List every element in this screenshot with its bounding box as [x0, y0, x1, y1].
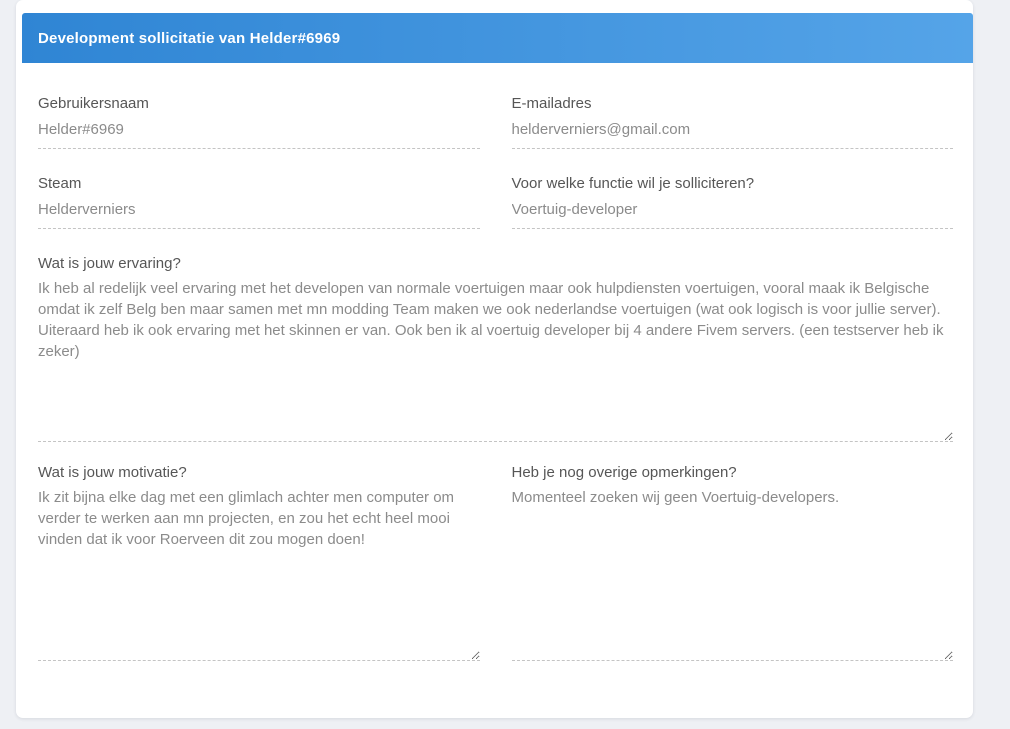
card-title: Development sollicitatie van Helder#6969 [38, 30, 340, 47]
experience-textarea[interactable]: Ik heb al redelijk veel ervaring met het… [38, 278, 953, 442]
field-motivation: Wat is jouw motivatie? Ik zit bijna elke… [38, 464, 480, 661]
field-experience: Wat is jouw ervaring? Ik heb al redelijk… [38, 255, 953, 442]
function-input[interactable] [512, 201, 954, 229]
experience-label: Wat is jouw ervaring? [38, 255, 953, 272]
field-email: E-mailadres [512, 95, 954, 149]
application-card: Development sollicitatie van Helder#6969… [16, 0, 973, 718]
function-label: Voor welke functie wil je solliciteren? [512, 175, 954, 192]
motivation-label: Wat is jouw motivatie? [38, 464, 480, 481]
field-remarks: Heb je nog overige opmerkingen? Momentee… [512, 464, 954, 661]
username-label: Gebruikersnaam [38, 95, 480, 112]
field-username: Gebruikersnaam [38, 95, 480, 149]
field-function: Voor welke functie wil je solliciteren? [512, 175, 954, 229]
form-row: Wat is jouw motivatie? Ik zit bijna elke… [38, 464, 953, 661]
form-row: Gebruikersnaam E-mailadres [38, 95, 953, 175]
email-input[interactable] [512, 121, 954, 149]
email-label: E-mailadres [512, 95, 954, 112]
form-row: Steam Voor welke functie wil je sollicit… [38, 175, 953, 255]
motivation-textarea[interactable]: Ik zit bijna elke dag met een glimlach a… [38, 487, 480, 661]
steam-label: Steam [38, 175, 480, 192]
field-steam: Steam [38, 175, 480, 229]
card-header: Development sollicitatie van Helder#6969 [22, 13, 973, 63]
remarks-label: Heb je nog overige opmerkingen? [512, 464, 954, 481]
card-body: Gebruikersnaam E-mailadres Steam Voor we… [16, 63, 973, 661]
steam-input[interactable] [38, 201, 480, 229]
username-input[interactable] [38, 121, 480, 149]
remarks-textarea[interactable]: Momenteel zoeken wij geen Voertuig-devel… [512, 487, 954, 661]
